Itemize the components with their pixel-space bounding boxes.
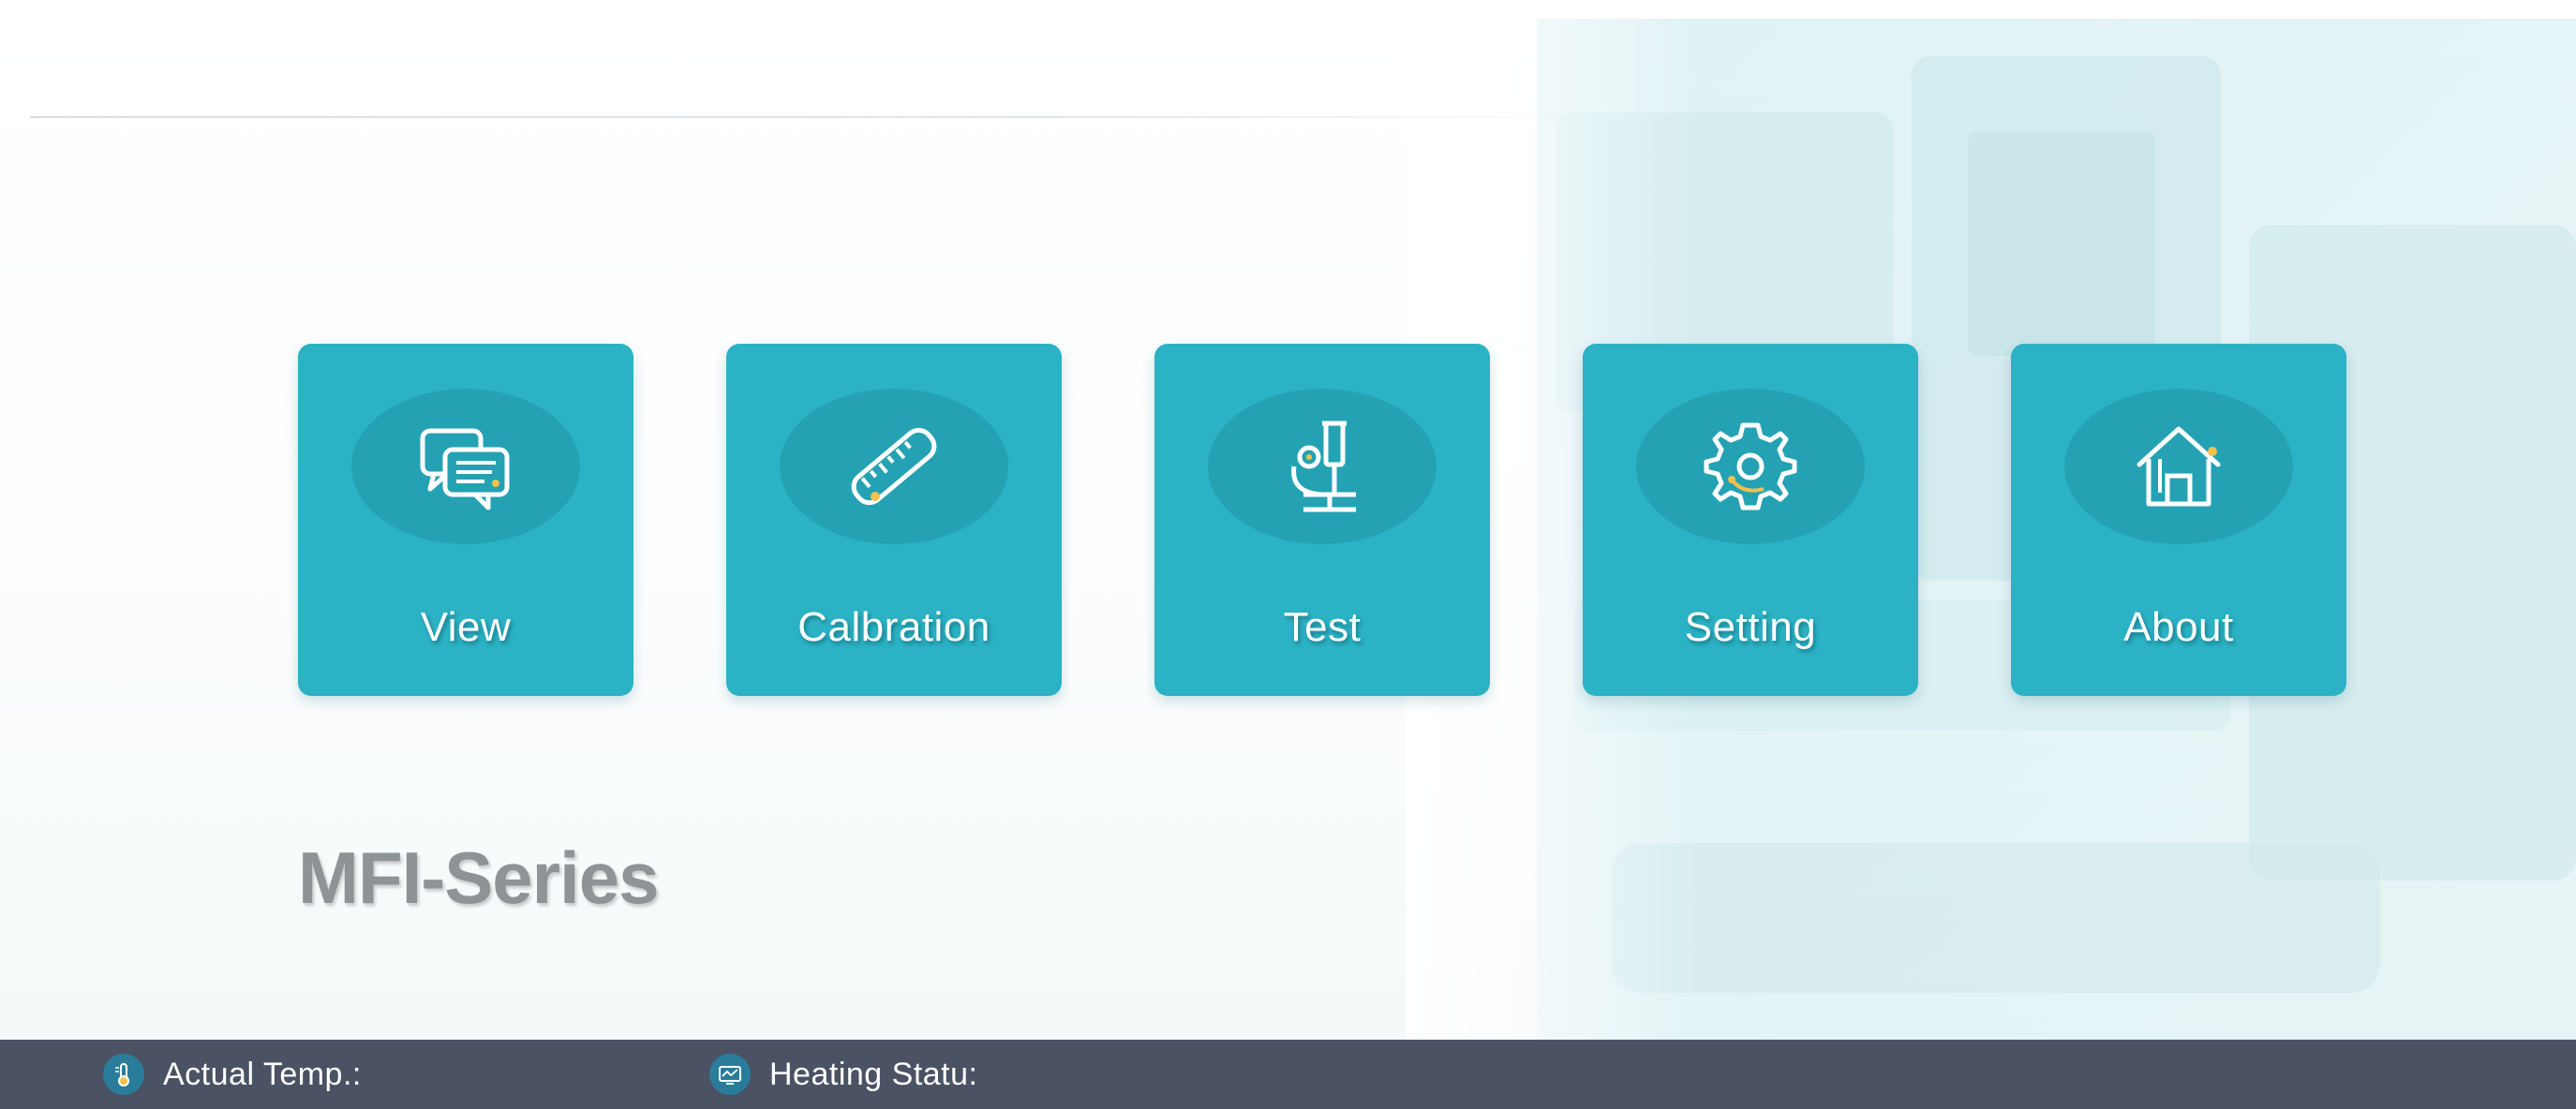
about-icon-circle xyxy=(2064,389,2293,544)
status-bar: Actual Temp.: Heating Statu: xyxy=(0,1040,2576,1109)
setting-button[interactable]: Setting xyxy=(1583,344,1918,696)
about-label: About xyxy=(2123,604,2234,650)
microscope-icon xyxy=(1291,421,1356,512)
actual-temp-status: Actual Temp.: xyxy=(103,1040,362,1109)
gear-icon xyxy=(1704,422,1797,510)
about-button[interactable]: About xyxy=(2011,344,2346,696)
calibration-label: Calbration xyxy=(797,604,990,650)
calibration-icon-circle xyxy=(780,389,1008,544)
top-divider xyxy=(30,116,1604,118)
actual-temp-label: Actual Temp.: xyxy=(163,1056,362,1092)
setting-icon-circle xyxy=(1636,389,1865,544)
heating-status-label: Heating Statu: xyxy=(769,1056,978,1092)
main-screen: View Calbration Test Setting About MFI-S… xyxy=(0,0,2576,1109)
view-label: View xyxy=(420,604,512,650)
calibration-button[interactable]: Calbration xyxy=(726,344,1062,696)
chat-bubbles-icon xyxy=(420,428,510,510)
heating-status: Heating Statu: xyxy=(709,1040,977,1109)
thermometer-icon xyxy=(103,1054,144,1095)
view-button[interactable]: View xyxy=(298,344,633,696)
test-icon-circle xyxy=(1208,389,1437,544)
ruler-icon xyxy=(851,427,937,506)
monitor-icon xyxy=(709,1054,751,1095)
view-icon-circle xyxy=(351,389,580,544)
main-menu: View Calbration Test Setting About xyxy=(298,344,2346,696)
test-button[interactable]: Test xyxy=(1154,344,1490,696)
brand-title: MFI-Series xyxy=(298,836,659,919)
test-label: Test xyxy=(1283,604,1362,650)
house-icon xyxy=(2137,426,2221,507)
setting-label: Setting xyxy=(1684,604,1817,650)
